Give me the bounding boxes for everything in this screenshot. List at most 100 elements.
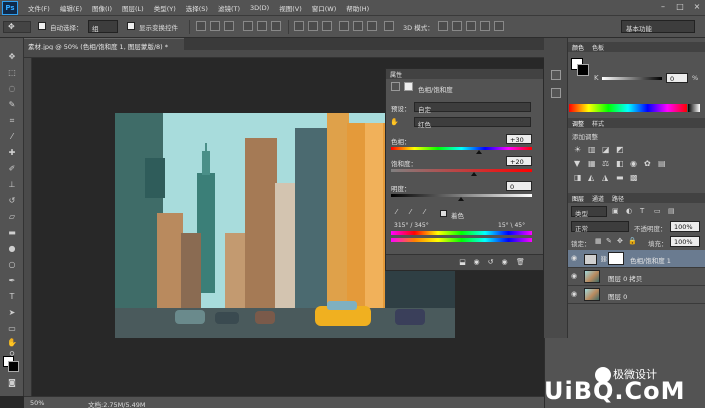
visibility-eye-icon[interactable]: ◉: [571, 254, 579, 262]
3d-rotate-icon[interactable]: [438, 21, 448, 31]
quick-mask-icon[interactable]: ◙: [6, 378, 18, 388]
menu-edit[interactable]: 编辑(E): [55, 3, 87, 13]
visibility-eye-icon[interactable]: ◉: [571, 290, 579, 298]
filter-shape-icon[interactable]: ▭: [654, 207, 661, 215]
move-tool-icon[interactable]: ✥: [6, 52, 18, 62]
distribute-right-icon[interactable]: [367, 21, 377, 31]
blend-mode-dropdown[interactable]: 正常: [571, 221, 629, 233]
align-bottom-icon[interactable]: [224, 21, 234, 31]
brush-tool-icon[interactable]: ✐: [6, 164, 18, 174]
selective-color-icon[interactable]: ▩: [630, 173, 638, 182]
k-slider[interactable]: [602, 77, 662, 80]
color-spectrum[interactable]: [569, 104, 687, 112]
filter-smart-object-icon[interactable]: ▤: [668, 207, 675, 215]
eyedropper-add-icon[interactable]: ⁄: [406, 208, 415, 217]
close-button[interactable]: ×: [693, 2, 701, 11]
hand-tool-icon[interactable]: ✋: [6, 338, 18, 348]
zoom-level[interactable]: 50%: [30, 399, 44, 407]
tab-color[interactable]: 颜色: [572, 43, 584, 52]
menu-view[interactable]: 视图(V): [274, 3, 307, 13]
distribute-top-icon[interactable]: [294, 21, 304, 31]
move-tool-preset-button[interactable]: ✥: [3, 21, 31, 33]
fill-field[interactable]: 100%: [670, 236, 700, 247]
align-vcenter-icon[interactable]: [210, 21, 220, 31]
saturation-slider-thumb[interactable]: [471, 172, 477, 176]
eyedropper-icon[interactable]: ⁄: [392, 208, 401, 217]
shape-tool-icon[interactable]: ▭: [6, 324, 18, 334]
channel-mixer-icon[interactable]: ✿: [644, 159, 651, 168]
workspace-dropdown[interactable]: 基本功能: [621, 20, 695, 33]
layer-filter-dropdown[interactable]: 类型: [571, 206, 607, 218]
menu-type[interactable]: 类型(Y): [149, 3, 181, 13]
auto-align-icon[interactable]: [384, 21, 394, 31]
align-right-icon[interactable]: [271, 21, 281, 31]
mask-link-icon[interactable]: ⛓: [600, 256, 608, 263]
3d-roll-icon[interactable]: [452, 21, 462, 31]
threshold-icon[interactable]: ◮: [602, 173, 608, 182]
eraser-tool-icon[interactable]: ▱: [6, 212, 18, 222]
menu-3d[interactable]: 3D(D): [245, 4, 274, 12]
tab-styles[interactable]: 样式: [592, 119, 604, 128]
visibility-eye-icon[interactable]: ◉: [571, 272, 579, 280]
opacity-field[interactable]: 100%: [670, 221, 700, 232]
lock-position-icon[interactable]: ✥: [617, 237, 623, 245]
k-value-field[interactable]: 0: [666, 73, 688, 83]
hue-slider-thumb[interactable]: [476, 150, 482, 154]
minimize-button[interactable]: –: [659, 2, 667, 11]
tab-adjustments[interactable]: 调整: [572, 119, 584, 128]
layer-name[interactable]: 图层 0: [608, 291, 627, 301]
trash-icon[interactable]: 🗑: [516, 258, 525, 267]
view-previous-state-icon[interactable]: ◉: [472, 258, 481, 267]
layer-name[interactable]: 色相/饱和度 1: [630, 255, 671, 265]
auto-select-dropdown[interactable]: 组: [88, 20, 118, 33]
tab-layers[interactable]: 图层: [572, 194, 584, 203]
document-tab[interactable]: 素材.jpg @ 50% (色相/饱和度 1, 图层蒙版/8) *: [24, 38, 184, 50]
layer-thumbnail[interactable]: [584, 270, 600, 283]
visibility-eye-icon[interactable]: ◉: [500, 258, 509, 267]
blur-tool-icon[interactable]: ●: [6, 244, 18, 254]
colorize-checkbox[interactable]: [440, 210, 447, 217]
tab-swatches[interactable]: 色板: [592, 43, 604, 52]
filter-pixel-icon[interactable]: ▣: [612, 207, 619, 215]
type-tool-icon[interactable]: T: [6, 292, 18, 302]
color-spectrum-gray[interactable]: [688, 104, 700, 112]
pen-tool-icon[interactable]: ✒: [6, 276, 18, 286]
distribute-left-icon[interactable]: [339, 21, 349, 31]
background-color-swatch[interactable]: [8, 361, 19, 372]
eyedropper-tool-icon[interactable]: ⁄: [6, 132, 18, 142]
quick-select-tool-icon[interactable]: ✎: [6, 100, 18, 110]
preset-dropdown[interactable]: 自定: [414, 102, 531, 114]
align-hcenter-icon[interactable]: [257, 21, 267, 31]
show-transform-checkbox[interactable]: [127, 22, 135, 30]
photo-filter-icon[interactable]: ◉: [630, 159, 637, 168]
healing-brush-tool-icon[interactable]: ✚: [6, 148, 18, 158]
levels-icon[interactable]: ▥: [588, 145, 596, 154]
layer-row-layer-0[interactable]: ◉ 图层 0: [568, 286, 705, 304]
dodge-tool-icon[interactable]: ○: [6, 260, 18, 270]
menu-file[interactable]: 文件(F): [23, 3, 55, 13]
align-left-icon[interactable]: [243, 21, 253, 31]
lasso-tool-icon[interactable]: ◌: [6, 84, 18, 94]
maximize-button[interactable]: □: [676, 2, 684, 11]
layer-row-hue-saturation[interactable]: ◉ ⛓ 色相/饱和度 1: [568, 250, 705, 268]
horizontal-ruler[interactable]: [24, 50, 544, 58]
color-lookup-icon[interactable]: ▤: [658, 159, 666, 168]
black-white-icon[interactable]: ◧: [616, 159, 624, 168]
filter-adjustment-icon[interactable]: ◐: [626, 207, 632, 215]
tab-paths[interactable]: 路径: [612, 194, 624, 203]
clip-to-layer-icon[interactable]: ⬓: [458, 258, 467, 267]
reset-icon[interactable]: ↺: [486, 258, 495, 267]
vertical-ruler[interactable]: [24, 58, 32, 396]
gradient-tool-icon[interactable]: ▬: [6, 228, 18, 238]
path-select-tool-icon[interactable]: ➤: [6, 308, 18, 318]
saturation-slider-track[interactable]: [391, 169, 532, 172]
gradient-map-icon[interactable]: ▬: [616, 173, 624, 182]
invert-icon[interactable]: ◨: [574, 173, 582, 182]
menu-filter[interactable]: 滤镜(T): [213, 3, 245, 13]
auto-select-checkbox[interactable]: [38, 22, 46, 30]
posterize-icon[interactable]: ◭: [588, 173, 594, 182]
lightness-slider-thumb[interactable]: [458, 197, 464, 201]
lock-image-icon[interactable]: ✎: [606, 237, 612, 245]
brightness-contrast-icon[interactable]: ☀: [574, 145, 581, 154]
color-range-bar-source[interactable]: [391, 231, 532, 235]
